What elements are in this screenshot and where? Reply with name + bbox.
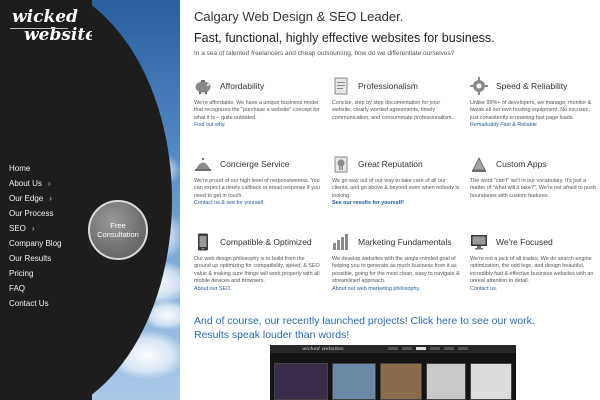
feature-title: Concierge Service xyxy=(220,159,290,169)
feature-description: Our web design philosophy is to build fr… xyxy=(194,256,320,285)
feature-title: Affordability xyxy=(220,81,265,91)
document-icon xyxy=(332,77,350,95)
feature-title: Marketing Fundamentals xyxy=(358,237,452,247)
nav-item-our-process[interactable]: Our Process xyxy=(9,206,61,221)
preview-thumbnail xyxy=(426,363,466,400)
preview-thumbnail xyxy=(380,363,422,400)
feature-title: Custom Apps xyxy=(496,159,547,169)
chevron-right-icon: › xyxy=(31,224,35,233)
preview-thumbnail xyxy=(470,363,512,400)
chevron-right-icon: › xyxy=(47,179,51,188)
feature-title: Great Reputation xyxy=(358,159,423,169)
chevron-right-icon: › xyxy=(49,194,52,203)
nav-item-contact-us[interactable]: Contact Us xyxy=(9,296,61,311)
feature-description: We develop websites with the single-mind… xyxy=(332,256,460,285)
feature-speed-reliability: Speed & Reliability Unlike 99%+ of devel… xyxy=(470,76,600,130)
piggy-bank-icon xyxy=(194,77,212,95)
tools-icon xyxy=(470,155,488,173)
feature-title: We're Focused xyxy=(496,237,553,247)
feature-link[interactable]: Find out why. xyxy=(194,122,324,129)
projects-cta-line-1: And of course, our recently launched pro… xyxy=(194,315,535,327)
nav-item-pricing[interactable]: Pricing xyxy=(9,266,61,281)
logo-rule xyxy=(10,28,68,29)
sidebar: wicked websites Home About Us › Our Edge ›… xyxy=(0,0,106,400)
preview-logo: wicked websites xyxy=(302,346,344,352)
preview-thumbnail xyxy=(332,363,376,400)
bar-chart-icon xyxy=(332,233,350,251)
nav-item-company-blog[interactable]: Company Blog xyxy=(9,236,61,251)
feature-description: We go way out of our way to take care of… xyxy=(332,178,460,199)
feature-description: Unlike 99%+ of developers, we manage, mo… xyxy=(470,100,592,121)
nav-item-our-edge[interactable]: Our Edge › xyxy=(9,191,61,206)
projects-cta[interactable]: And of course, our recently launched pro… xyxy=(194,314,594,342)
feature-link[interactable]: About our SEO. xyxy=(194,286,324,293)
monitor-icon xyxy=(470,233,488,251)
page-subtitle: Fast, functional, highly effective websi… xyxy=(194,31,495,45)
site-logo[interactable]: wicked websites xyxy=(10,7,106,44)
feature-affordability: Affordability We're affordable. We have … xyxy=(194,76,324,130)
feature-were-focused: We're Focused We're not a jack of all tr… xyxy=(470,232,600,293)
feature-link[interactable]: See our results for yourself! xyxy=(332,200,462,207)
free-consultation-button[interactable]: Free Consultation xyxy=(88,200,148,260)
preview-thumbnail xyxy=(274,363,328,400)
projects-cta-line-2: Results speak louder than words! xyxy=(194,329,350,341)
feature-marketing-fundamentals: Marketing Fundamentals We develop websit… xyxy=(332,232,462,293)
feature-link[interactable]: About our web marketing philosophy. xyxy=(332,286,462,293)
feature-link[interactable]: Contact us & see for yourself. xyxy=(194,200,324,207)
award-icon xyxy=(332,155,350,173)
feature-description: The word "can't" isn't in our vocabulary… xyxy=(470,178,596,199)
feature-description: We're proud of our high level of respons… xyxy=(194,178,320,199)
logo-line-1: wicked xyxy=(12,7,78,27)
main-nav: Home About Us › Our Edge › Our Process SEO… xyxy=(9,161,61,311)
feature-custom-apps: Custom Apps The word "can't" isn't in ou… xyxy=(470,154,600,200)
feature-description: Concise, step by step documentation for … xyxy=(332,100,454,121)
nav-item-about-us[interactable]: About Us › xyxy=(9,176,61,191)
page-title: Calgary Web Design & SEO Leader. xyxy=(194,9,404,24)
nav-item-seo[interactable]: SEO › xyxy=(9,221,61,236)
phone-icon xyxy=(194,233,212,251)
feature-link[interactable]: Remarkably Fast & Reliable xyxy=(470,122,600,129)
intro-text: In a sea of talented freelancers and che… xyxy=(194,50,455,57)
sky-photo xyxy=(92,0,180,400)
feature-description: We're affordable. We have a unique busin… xyxy=(194,100,320,121)
nav-item-our-results[interactable]: Our Results xyxy=(9,251,61,266)
feature-title: Compatible & Optimized xyxy=(220,237,312,247)
portfolio-preview[interactable]: wicked websites xyxy=(270,345,516,400)
feature-concierge-service: Concierge Service We're proud of our hig… xyxy=(194,154,324,208)
gear-icon xyxy=(470,77,488,95)
feature-title: Professionalism xyxy=(358,81,418,91)
feature-description: We're not a jack of all trades. We do se… xyxy=(470,256,594,285)
feature-link[interactable]: Contact us. xyxy=(470,286,600,293)
feature-professionalism: Professionalism Concise, step by step do… xyxy=(332,76,462,122)
nav-item-home[interactable]: Home xyxy=(9,161,61,176)
feature-great-reputation: Great Reputation We go way out of our wa… xyxy=(332,154,462,208)
bell-icon xyxy=(194,155,212,173)
feature-compatible-optimized: Compatible & Optimized Our web design ph… xyxy=(194,232,324,293)
nav-item-faq[interactable]: FAQ xyxy=(9,281,61,296)
feature-title: Speed & Reliability xyxy=(496,81,568,91)
